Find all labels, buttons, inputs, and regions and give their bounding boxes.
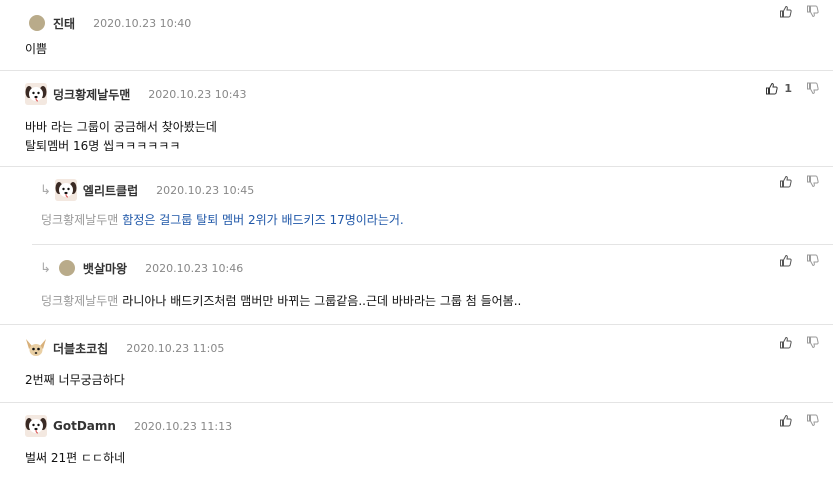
thumbs-up-icon (780, 336, 792, 349)
comment-item: GotDamn 2020.10.23 11:13 벌써 21편 ㄷㄷ하네 (0, 403, 833, 477)
thumbs-down-icon (807, 5, 819, 18)
puppy-avatar-icon (54, 179, 77, 201)
comment-line: 벌써 21편 ㄷㄷ하네 (25, 451, 126, 465)
thumbs-up-icon (780, 254, 792, 267)
avatar[interactable] (25, 337, 47, 359)
comment-line: 이쁨 (25, 42, 48, 56)
thumbs-up-button[interactable] (779, 336, 792, 349)
comment-header: ↳ 뱃살마왕 2020.10.23 10:46 (40, 257, 243, 279)
thumbs-down-button[interactable] (806, 5, 819, 18)
comment-date: 2020.10.23 10:40 (93, 16, 192, 30)
comment-header: 덩크황제날두맨 2020.10.23 10:43 (25, 83, 246, 105)
vote-controls (765, 336, 819, 349)
puppy-avatar-icon (25, 83, 47, 105)
comment-body: 바바 라는 그룹이 궁금해서 찾아봤는데 탈퇴멤버 16명 씹ㅋㅋㅋㅋㅋㅋ (25, 118, 217, 156)
comment-author[interactable]: 덩크황제날두맨 (53, 86, 130, 103)
thumbs-up-button[interactable] (779, 175, 792, 188)
vote-controls (765, 414, 819, 427)
thumbs-down-button[interactable] (806, 336, 819, 349)
vote-controls (765, 254, 819, 267)
comment-author[interactable]: 진태 (53, 15, 75, 32)
thumbs-down-icon (807, 175, 819, 188)
avatar[interactable] (54, 179, 77, 201)
vote-controls (765, 5, 819, 18)
thumbs-down-button[interactable] (806, 414, 819, 427)
reply-item: ↳ 엘리트클럽 2020.10.23 10:45 덩크황제날두맨 함정은 걸그룹 … (32, 167, 833, 245)
thumbs-down-icon (807, 336, 819, 349)
thumbs-down-button[interactable] (806, 175, 819, 188)
avatar[interactable] (25, 415, 47, 437)
thumbs-up-icon (780, 175, 792, 188)
comment-body: 벌써 21편 ㄷㄷ하네 (25, 449, 125, 468)
comment-item: 덩크황제날두맨 2020.10.23 10:43 바바 라는 그룹이 궁금해서 … (0, 71, 833, 167)
mention-username[interactable]: 덩크황제날두맨 (41, 213, 118, 227)
mention-username[interactable]: 덩크황제날두맨 (41, 294, 118, 308)
comment-text: 함정은 걸그룹 탈퇴 멤버 2위가 배드키즈 17명이라는거. (122, 213, 404, 227)
avatar[interactable] (58, 260, 75, 276)
thumbs-down-icon (807, 414, 819, 427)
comment-author[interactable]: 엘리트클럽 (83, 182, 138, 199)
comment-header: 더블초코칩 2020.10.23 11:05 (25, 337, 224, 359)
vote-controls: 1 (751, 82, 819, 95)
comment-line: 바바 라는 그룹이 궁금해서 찾아봤는데 (25, 120, 217, 134)
comment-header: 진태 2020.10.23 10:40 (25, 12, 191, 34)
comment-date: 2020.10.23 11:05 (126, 341, 225, 355)
reply-item: ↳ 뱃살마왕 2020.10.23 10:46 덩크황제날두맨 라니아나 배드키즈… (0, 245, 833, 325)
thumbs-up-button[interactable] (779, 254, 792, 267)
thumbs-up-icon (766, 82, 778, 95)
avatar[interactable] (29, 15, 45, 31)
comment-date: 2020.10.23 11:13 (133, 419, 233, 433)
chihuahua-avatar-icon (25, 337, 47, 359)
thumbs-up-button[interactable]: 1 (765, 82, 792, 95)
comment-author[interactable]: GotDamn (53, 419, 116, 433)
comment-header: GotDamn 2020.10.23 11:13 (25, 415, 232, 437)
comment-item: 더블초코칩 2020.10.23 11:05 2번째 너무궁금하다 (0, 325, 833, 403)
comment-header: ↳ 엘리트클럽 2020.10.23 10:45 (40, 179, 254, 201)
comment-list: 진태 2020.10.23 10:40 이쁨 덩크황제날두맨 2020.10.2… (0, 0, 833, 477)
comment-item: 진태 2020.10.23 10:40 이쁨 (0, 0, 833, 71)
comment-date: 2020.10.23 10:45 (156, 183, 255, 197)
comment-text: 라니아나 배드키즈처럼 맴버만 바뀌는 그룹같음..근데 바바라는 그룹 첨 들… (122, 294, 522, 308)
reply-arrow-icon: ↳ (40, 260, 51, 276)
comment-date: 2020.10.23 10:43 (148, 87, 247, 101)
thumbs-down-icon (807, 82, 819, 95)
comment-line: 탈퇴멤버 16명 씹ㅋㅋㅋㅋㅋㅋ (25, 139, 181, 153)
thumbs-up-button[interactable] (779, 414, 792, 427)
thumbs-down-icon (807, 254, 819, 267)
upvote-count: 1 (784, 82, 792, 95)
comment-author[interactable]: 뱃살마왕 (83, 260, 127, 277)
comment-body: 덩크황제날두맨 함정은 걸그룹 탈퇴 멤버 2위가 배드키즈 17명이라는거. (41, 211, 404, 230)
reply-arrow-icon: ↳ (40, 182, 51, 198)
comment-date: 2020.10.23 10:46 (145, 261, 244, 275)
thumbs-up-button[interactable] (779, 5, 792, 18)
comment-body: 덩크황제날두맨 라니아나 배드키즈처럼 맴버만 바뀌는 그룹같음..근데 바바라는… (41, 292, 521, 311)
thumbs-down-button[interactable] (806, 254, 819, 267)
thumbs-up-icon (780, 414, 792, 427)
puppy-avatar-icon (25, 415, 47, 437)
thumbs-up-icon (780, 5, 792, 18)
vote-controls (765, 175, 819, 188)
comment-body: 2번째 너무궁금하다 (25, 371, 125, 390)
avatar[interactable] (25, 83, 47, 105)
thumbs-down-button[interactable] (806, 82, 819, 95)
comment-line: 2번째 너무궁금하다 (25, 373, 125, 387)
comment-author[interactable]: 더블초코칩 (53, 340, 108, 357)
comment-body: 이쁨 (25, 40, 47, 59)
